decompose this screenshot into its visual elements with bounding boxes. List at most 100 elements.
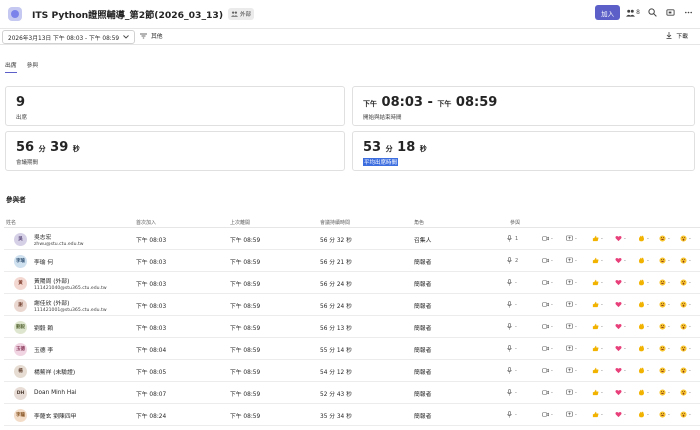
engagement-count: -	[647, 345, 649, 352]
col-name[interactable]: 姓名	[6, 219, 16, 226]
filter-icon	[140, 33, 147, 38]
laugh-icon: -	[659, 257, 670, 264]
table-row[interactable]: 謝謝佳欣 (外部) 111421001@stu365.ctu.edu.tw 下午 0…	[4, 294, 700, 316]
avatar: 玉德	[14, 342, 27, 356]
engagement-count: -	[668, 301, 670, 308]
camera-icon: -	[542, 301, 553, 308]
mic-icon: -	[506, 301, 517, 308]
like-icon: -	[592, 411, 603, 418]
table-row[interactable]: 李瑜 李瑜 何 下午 08:03 下午 08:59 56 分 21 秒 簡報者 2 - - - - -…	[4, 250, 700, 272]
surprised-icon: -	[680, 279, 691, 286]
table-row[interactable]: 黃黃陽周 (外部) 111421040@stu365.ctu.edu.tw 下午 0…	[4, 272, 700, 294]
participants-button[interactable]: 8	[626, 9, 640, 17]
laugh-icon: -	[659, 345, 670, 352]
engagement-count: -	[647, 389, 649, 396]
col-first-join[interactable]: 首次加入	[136, 219, 156, 226]
participant-cell: DH Doan Minh Hai	[14, 382, 76, 404]
avg-attendance-label: 平均出席時間	[363, 158, 399, 166]
time-range-label: 開始與結束時間	[363, 115, 402, 121]
table-row[interactable]: DH Doan Minh Hai 下午 08:07 下午 08:59 52 分 43 秒…	[4, 382, 700, 404]
search-icon[interactable]	[646, 7, 658, 19]
engagement-count: -	[575, 389, 577, 396]
heart-icon: -	[615, 279, 626, 286]
col-last-leave[interactable]: 上次離開	[230, 219, 250, 226]
participant-role: 簡報者	[414, 413, 432, 420]
col-engagement[interactable]: 參與	[510, 219, 520, 226]
engagement-count: -	[601, 345, 603, 352]
table-row[interactable]: 李薩 李薩玄 劉陳四甲 下午 08:24 下午 08:59 35 分 34 秒 簡報者 - -…	[4, 404, 700, 426]
like-icon: -	[592, 367, 603, 374]
col-role[interactable]: 角色	[414, 219, 424, 226]
laugh-icon: -	[659, 235, 670, 242]
attendance-duration: 56 分 32 秒	[320, 237, 352, 244]
clap-icon: -	[638, 235, 649, 242]
participant-email: 111421040@stu365.ctu.edu.tw	[34, 285, 107, 291]
heart-icon: -	[615, 235, 626, 242]
heart-icon: -	[615, 301, 626, 308]
engagement-count: -	[515, 301, 517, 308]
attendance-duration: 56 分 13 秒	[320, 325, 352, 332]
meeting-title: ITS Python證照輔導_第2節(2026_03_13)	[32, 9, 224, 21]
download-button[interactable]: 下載	[666, 31, 688, 40]
time-card: 下午 08:03 - 下午 08:59 開始與結束時間	[352, 86, 695, 126]
table-row[interactable]: 玉德 玉德 李 下午 08:04 下午 08:59 55 分 14 秒 簡報者 - - - - - -…	[4, 338, 700, 360]
participant-name: 李瑜 何	[34, 259, 54, 266]
engagement-count: -	[551, 257, 553, 264]
share-icon: -	[566, 411, 577, 418]
engagement-count: -	[624, 301, 626, 308]
engagement-count: -	[668, 411, 670, 418]
popout-icon[interactable]	[664, 7, 676, 19]
engagement-count: -	[689, 367, 691, 374]
engagement-count: -	[601, 279, 603, 286]
share-icon: -	[566, 257, 577, 264]
col-duration[interactable]: 會議持續時間	[320, 219, 350, 226]
participant-role: 簡報者	[414, 281, 432, 288]
participant-cell: 吳吳志宏 zhwu@stu.ctu.edu.tw	[14, 228, 84, 250]
mic-icon: 2	[506, 257, 518, 264]
participant-cell: 李瑜 李瑜 何	[14, 250, 53, 272]
last-leave-time: 下午 08:59	[230, 237, 261, 244]
engagement-count: -	[575, 367, 577, 374]
engagement-count: -	[575, 257, 577, 264]
participant-name: 玉德 李	[34, 347, 54, 354]
engagement-count: -	[515, 323, 517, 330]
engagement-count: -	[624, 411, 626, 418]
camera-icon: -	[542, 411, 553, 418]
download-icon	[666, 32, 672, 39]
engagement-count: -	[551, 301, 553, 308]
participant-cell: 黃黃陽周 (外部) 111421040@stu365.ctu.edu.tw	[14, 272, 107, 294]
mic-icon: -	[506, 411, 517, 418]
heart-icon: -	[615, 323, 626, 330]
avatar: 李薩	[14, 408, 27, 422]
avatar: 李瑜	[14, 254, 27, 268]
table-row[interactable]: 劉毅 劉毅 賴 下午 08:03 下午 08:59 56 分 13 秒 簡報者 - - - - - -…	[4, 316, 700, 338]
clap-icon: -	[638, 389, 649, 396]
participant-cell: 楊楊鰲祥 (未驗證)	[14, 360, 75, 382]
engagement-count: -	[601, 235, 603, 242]
filter-button[interactable]: 其他	[140, 31, 163, 40]
participant-role: 簡報者	[414, 347, 432, 354]
engagement-count: 1	[515, 235, 519, 242]
tab-engagement[interactable]: 參與	[27, 60, 39, 73]
attendees-card: 9 出席	[5, 86, 345, 126]
table-row[interactable]: 楊楊鰲祥 (未驗證) 下午 08:05 下午 08:59 54 分 12 秒 簡報者 - -…	[4, 360, 700, 382]
meeting-avatar-icon	[8, 6, 22, 21]
surprised-icon: -	[680, 235, 691, 242]
date-range-dropdown[interactable]: 2026年3月13日 下午 08:03 - 下午 08:59	[2, 30, 136, 44]
participant-cell: 李薩 李薩玄 劉陳四甲	[14, 404, 76, 426]
tab-attendance[interactable]: 出席	[5, 60, 17, 73]
attendee-count: 9	[16, 95, 26, 110]
mic-icon: -	[506, 345, 517, 352]
laugh-icon: -	[659, 411, 670, 418]
mic-icon: 1	[506, 235, 518, 242]
participant-count: 8	[636, 9, 640, 16]
more-options-icon[interactable]	[682, 7, 694, 19]
engagement-count: -	[668, 257, 670, 264]
engagement-count: -	[689, 279, 691, 286]
laugh-icon: -	[659, 367, 670, 374]
engagement-count: -	[551, 235, 553, 242]
mic-icon: -	[506, 323, 517, 330]
table-row[interactable]: 吳吳志宏 zhwu@stu.ctu.edu.tw 下午 08:03 下午 08:59 5…	[4, 228, 700, 250]
engagement-count: -	[601, 411, 603, 418]
join-button[interactable]: 加入	[595, 5, 621, 20]
